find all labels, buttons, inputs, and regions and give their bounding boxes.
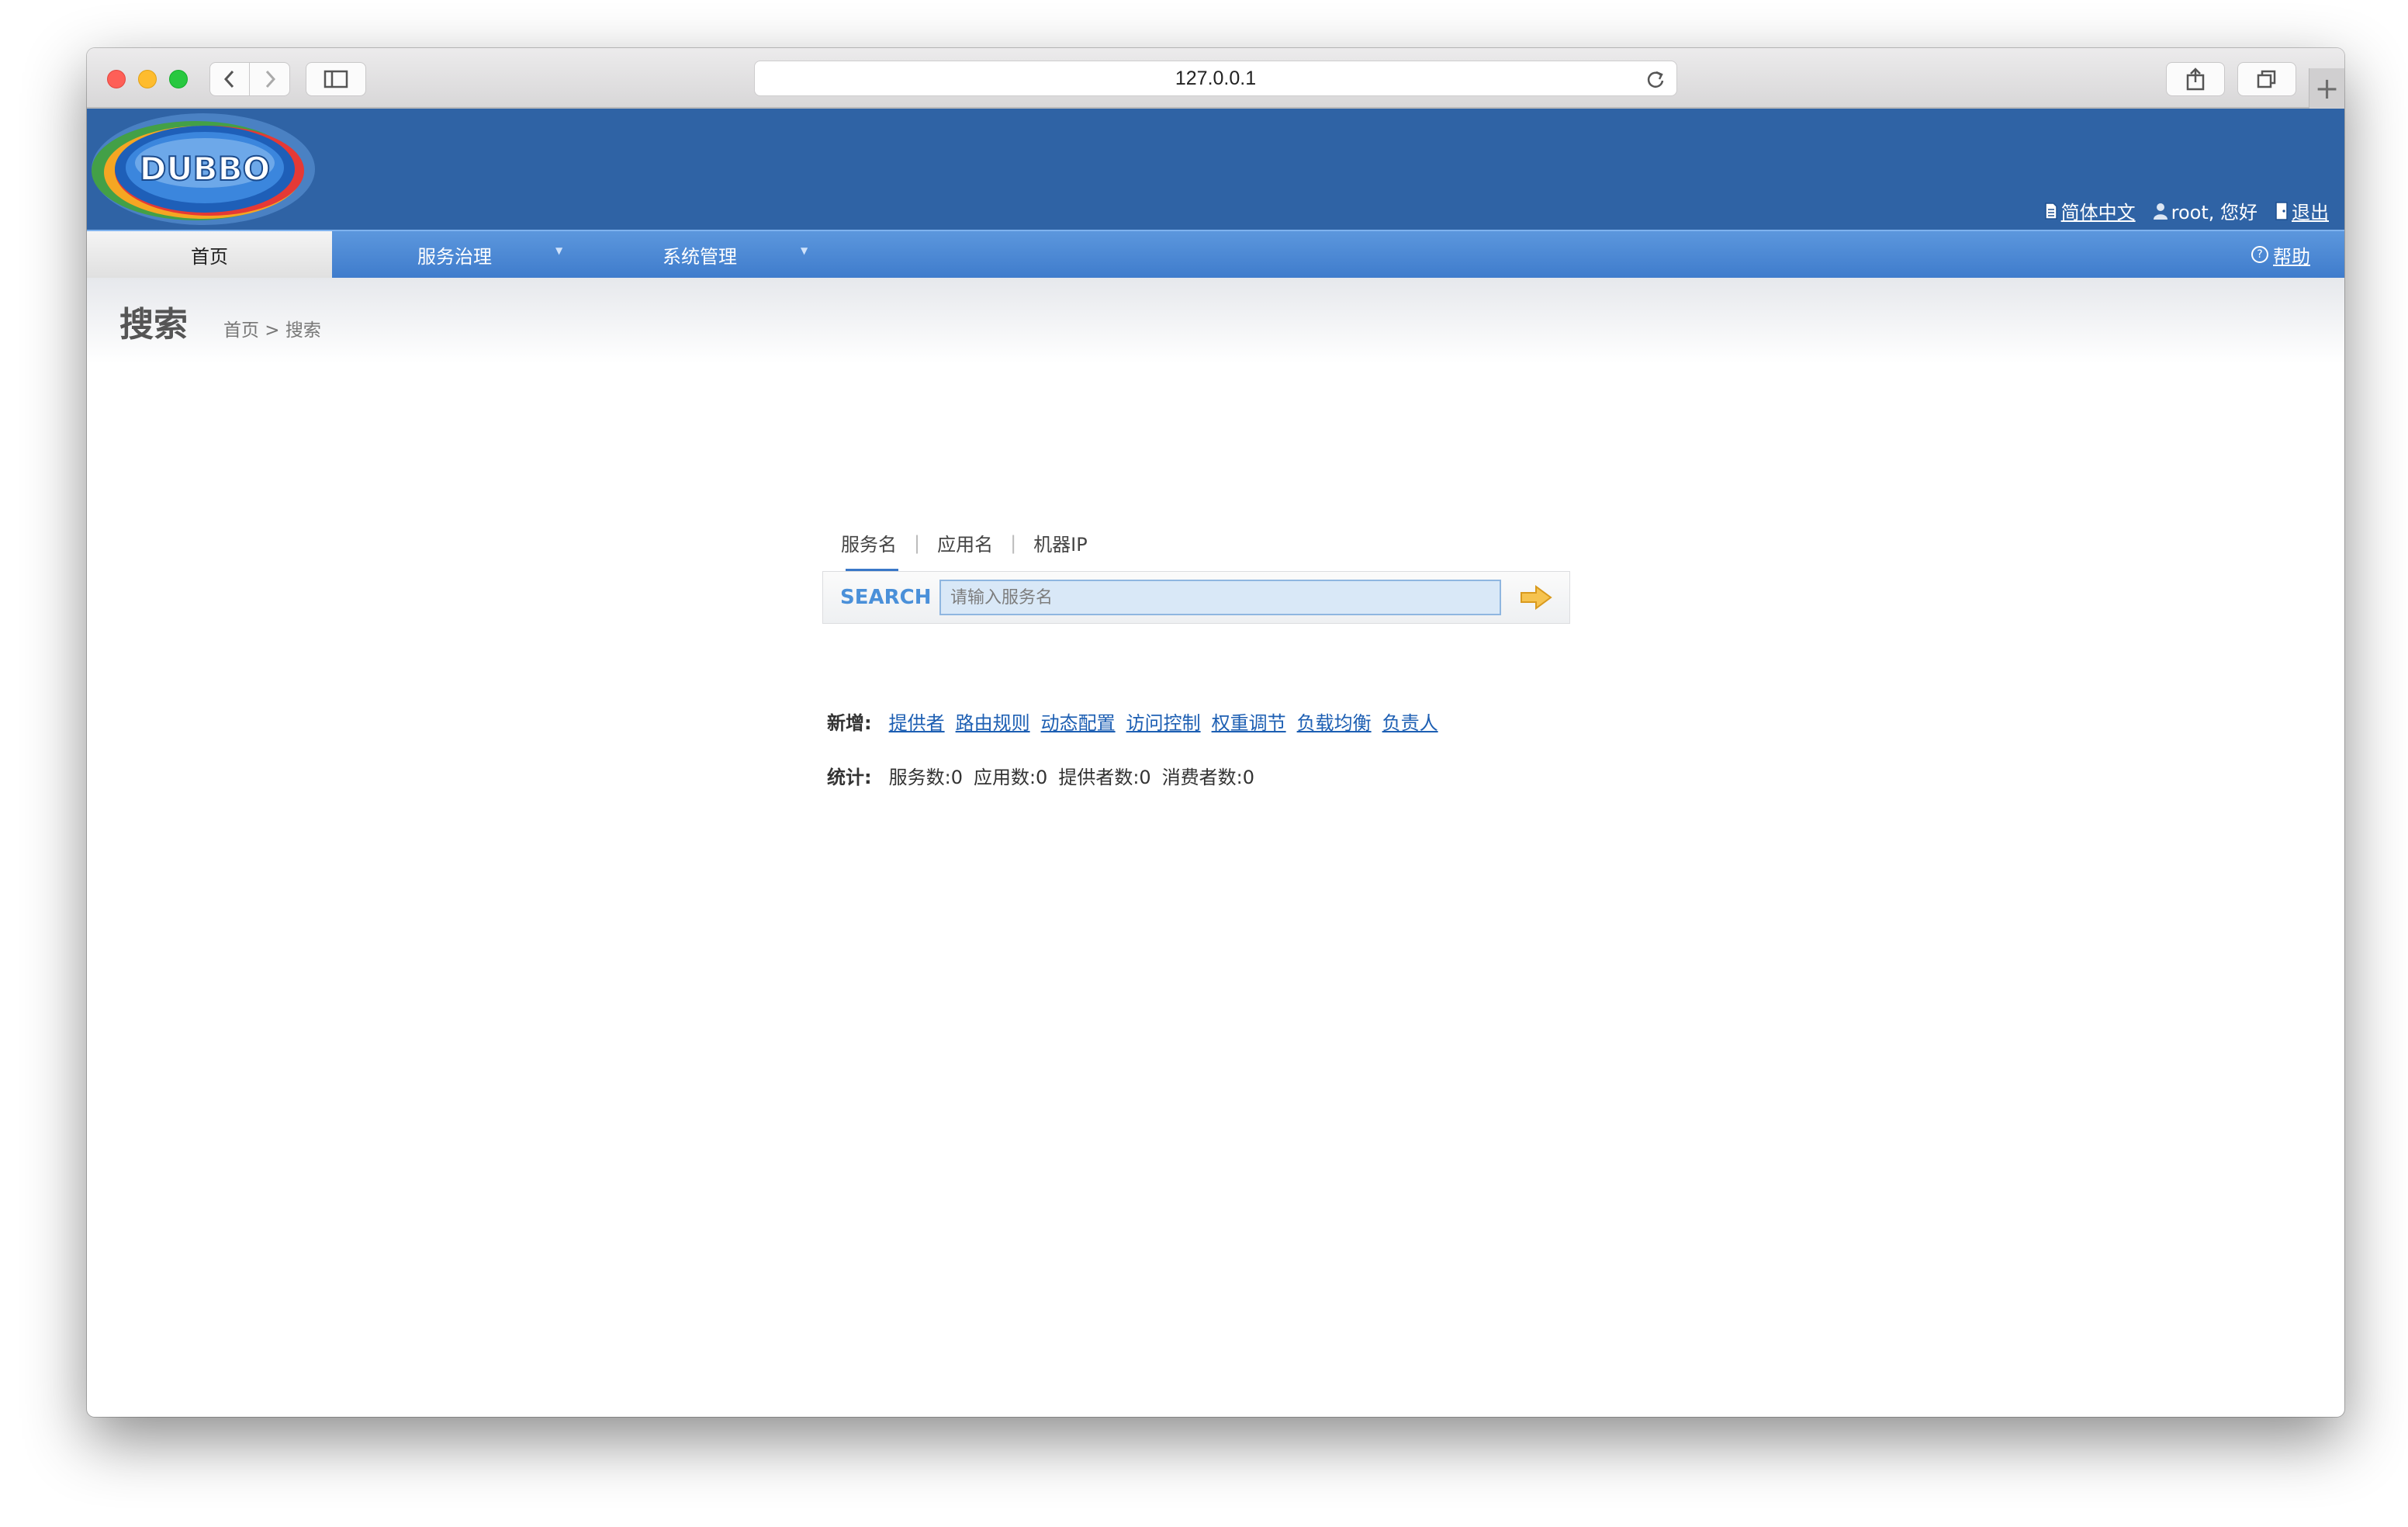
browser-window: 127.0.0.1 + DUBBO 简体中文 root, 您好 退出 首页 服务… [87, 48, 2344, 1417]
back-button[interactable] [209, 62, 250, 96]
add-owner-link[interactable]: 负责人 [1382, 708, 1438, 735]
user-icon [2153, 203, 2168, 220]
url-text: 127.0.0.1 [1175, 67, 1257, 89]
greeting-text: root, 您好 [2171, 202, 2258, 223]
add-new-row: 新增: 提供者 路由规则 动态配置 访问控制 权重调节 负载均衡 负责人 [827, 708, 1438, 735]
svg-text:DUBBO: DUBBO [140, 150, 271, 188]
statistics-row: 统计: 服务数:0 应用数:0 提供者数:0 消费者数:0 [827, 762, 1254, 789]
minimize-window-button[interactable] [138, 70, 157, 88]
plus-icon: + [2314, 71, 2340, 106]
arrow-right-icon [1521, 585, 1552, 610]
add-route-link[interactable]: 路由规则 [956, 708, 1030, 735]
sidebar-icon [323, 70, 348, 88]
provider-count: 提供者数:0 [1058, 767, 1151, 788]
close-window-button[interactable] [107, 70, 126, 88]
tab-overview-button[interactable] [2237, 62, 2296, 96]
search-label: SEARCH [840, 586, 932, 609]
logout-item[interactable]: 退出 [2275, 197, 2329, 224]
main-nav: 首页 服务治理 ▼ 系统管理 ▼ ? 帮助 [87, 230, 2344, 278]
back-icon [223, 70, 234, 88]
add-weight-link[interactable]: 权重调节 [1212, 708, 1286, 735]
nav-service-label: 服务治理 [417, 245, 492, 268]
share-icon [2186, 68, 2205, 91]
help-icon: ? [2251, 246, 2268, 263]
tab-machine-ip[interactable]: 机器IP [1024, 529, 1097, 556]
reload-icon[interactable] [1645, 69, 1666, 89]
breadcrumb: 首页 > 搜索 [223, 320, 321, 341]
logout-icon [2275, 201, 2288, 220]
forward-icon [265, 70, 275, 88]
search-input[interactable] [939, 580, 1501, 615]
page-header: 搜索 首页 > 搜索 [87, 278, 2344, 363]
tab-divider: | [1010, 532, 1017, 554]
tabs-icon [2257, 70, 2276, 88]
add-new-label: 新增: [827, 712, 872, 734]
chevron-down-icon: ▼ [555, 245, 563, 256]
sidebar-toggle-button[interactable] [306, 62, 366, 96]
language-link[interactable]: 简体中文 [2061, 197, 2136, 224]
app-header: DUBBO 简体中文 root, 您好 退出 [87, 109, 2344, 230]
search-type-tabs: 服务名 | 应用名 | 机器IP [832, 529, 1097, 572]
service-count: 服务数:0 [888, 767, 963, 788]
add-access-control-link[interactable]: 访问控制 [1126, 708, 1201, 735]
page-title: 搜索 [119, 305, 188, 345]
search-box: SEARCH [822, 571, 1570, 624]
tab-service-name[interactable]: 服务名 [832, 529, 906, 572]
nav-service-governance[interactable]: 服务治理 ▼ [332, 231, 577, 278]
help-link[interactable]: ? 帮助 [2251, 231, 2310, 278]
nav-home-label: 首页 [191, 245, 228, 268]
tab-divider: | [914, 532, 921, 554]
help-label: 帮助 [2273, 245, 2310, 268]
nav-system-management[interactable]: 系统管理 ▼ [577, 231, 822, 278]
dubbo-logo[interactable]: DUBBO [87, 109, 320, 230]
statistics-label: 统计: [827, 767, 872, 788]
user-greeting: root, 您好 [2153, 197, 2258, 224]
new-tab-button[interactable]: + [2309, 68, 2344, 109]
chevron-down-icon: ▼ [801, 245, 808, 256]
add-load-balance-link[interactable]: 负载均衡 [1297, 708, 1372, 735]
logout-link[interactable]: 退出 [2292, 197, 2329, 224]
address-bar[interactable]: 127.0.0.1 [754, 61, 1677, 96]
add-dynamic-config-link[interactable]: 动态配置 [1041, 708, 1116, 735]
nav-home[interactable]: 首页 [87, 231, 332, 278]
share-button[interactable] [2166, 62, 2225, 96]
browser-toolbar: 127.0.0.1 + [87, 48, 2344, 109]
document-icon [2044, 202, 2057, 220]
application-count: 应用数:0 [973, 767, 1048, 788]
tab-application-name[interactable]: 应用名 [928, 529, 1002, 556]
forward-button[interactable] [250, 62, 290, 96]
consumer-count: 消费者数:0 [1161, 767, 1255, 788]
add-provider-link[interactable]: 提供者 [889, 708, 945, 735]
user-bar: 简体中文 root, 您好 退出 [2044, 197, 2329, 224]
search-submit-button[interactable] [1518, 581, 1554, 614]
language-item[interactable]: 简体中文 [2044, 197, 2136, 224]
nav-system-label: 系统管理 [663, 245, 737, 268]
maximize-window-button[interactable] [169, 70, 188, 88]
